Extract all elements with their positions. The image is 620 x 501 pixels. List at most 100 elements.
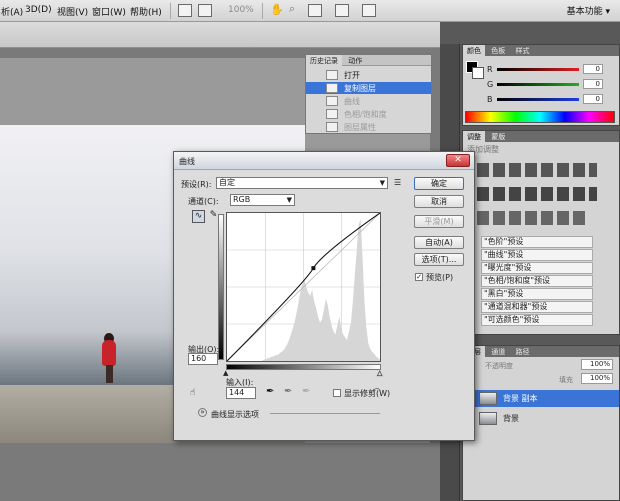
history-row[interactable]: 图层属性 bbox=[306, 121, 431, 133]
launch-bridge-icon[interactable] bbox=[178, 4, 192, 17]
white-eyedropper-icon[interactable]: ✒ bbox=[302, 386, 310, 397]
input-field[interactable]: 144 bbox=[226, 387, 256, 399]
menu-window[interactable]: 窗口(W) bbox=[92, 5, 126, 18]
adjustment-preset-item[interactable]: "可选颜色"预设 bbox=[481, 314, 593, 326]
history-row-label: 曲线 bbox=[344, 97, 360, 106]
curves-title-bar: 曲线 ✕ bbox=[174, 152, 474, 170]
fill-field[interactable]: 100% bbox=[581, 373, 613, 384]
toolbar-separator bbox=[262, 3, 263, 19]
photo-girl-legs bbox=[106, 365, 113, 383]
layer-row[interactable]: 背景 副本 bbox=[473, 390, 619, 407]
color-slider-track[interactable] bbox=[497, 68, 579, 71]
black-eyedropper-icon[interactable]: ✒ bbox=[266, 386, 274, 397]
preview-label: 预览(P) bbox=[426, 273, 454, 282]
tab-swatches[interactable]: 色板 bbox=[487, 45, 509, 57]
tab-adjustments[interactable]: 调整 bbox=[463, 131, 485, 143]
color-value-field[interactable]: 0 bbox=[583, 64, 603, 74]
white-point-slider[interactable]: △ bbox=[377, 369, 383, 378]
view-extras-icon[interactable] bbox=[198, 4, 212, 17]
layers-panel-tabs: 图层 通道 路径 bbox=[463, 346, 619, 358]
menu-view[interactable]: 视图(V) bbox=[57, 5, 88, 18]
workspace-switcher[interactable]: 基本功能 ▾ bbox=[567, 4, 610, 17]
auto-button[interactable]: 自动(A) bbox=[414, 236, 464, 249]
curves-graph[interactable] bbox=[226, 212, 381, 362]
preset-select[interactable]: 自定 ▼ bbox=[216, 177, 388, 189]
tab-styles[interactable]: 样式 bbox=[511, 45, 533, 57]
tab-paths[interactable]: 路径 bbox=[511, 346, 533, 358]
tab-actions[interactable]: 动作 bbox=[344, 55, 366, 67]
adjustment-preset-item[interactable]: "曲线"预设 bbox=[481, 249, 593, 261]
adjustment-preset-item[interactable]: "通道混和器"预设 bbox=[481, 301, 593, 313]
clipping-indicator-icon: ◠ bbox=[373, 387, 381, 397]
channel-select[interactable]: RGB ▼ bbox=[230, 194, 295, 206]
color-panel: 颜色 色板 样式 R0G0B0 bbox=[462, 44, 620, 126]
opacity-label: 不透明度 bbox=[485, 362, 513, 370]
zoom-tool-icon[interactable]: ⌕ bbox=[289, 2, 303, 15]
screen-mode-icon[interactable] bbox=[362, 4, 376, 17]
adjustment-preset-item[interactable]: "曝光度"预设 bbox=[481, 262, 593, 274]
expand-options-icon[interactable]: » bbox=[198, 408, 207, 417]
adjustment-preset-item[interactable]: "色阶"预设 bbox=[481, 236, 593, 248]
layer-row[interactable]: 背景 bbox=[473, 410, 619, 427]
menu-3d[interactable]: 3D(D) bbox=[25, 5, 52, 15]
show-clipping-label: 显示修剪(W) bbox=[344, 389, 391, 398]
smooth-button[interactable]: 平滑(M) bbox=[414, 215, 464, 228]
color-slider-track[interactable] bbox=[497, 83, 579, 86]
history-row[interactable]: 打开 bbox=[306, 69, 431, 81]
cancel-button[interactable]: 取消 bbox=[414, 195, 464, 208]
history-panel-tabs: 历史记录 动作 bbox=[306, 55, 431, 67]
hand-adjust-icon[interactable]: ☝ bbox=[190, 388, 195, 398]
preset-label: 预设(R): bbox=[181, 180, 212, 189]
preset-options-icon[interactable]: ☰ bbox=[394, 178, 401, 187]
black-point-slider[interactable]: ▲ bbox=[223, 369, 228, 377]
menu-analysis[interactable]: 析(A) bbox=[1, 5, 23, 18]
color-slider-b[interactable]: B0 bbox=[487, 94, 607, 105]
curve-display-options-label[interactable]: 曲线显示选项 bbox=[211, 409, 259, 420]
layer-thumbnail bbox=[479, 412, 497, 425]
adjustment-preset-item[interactable]: "黑白"预设 bbox=[481, 288, 593, 300]
color-value-field[interactable]: 0 bbox=[583, 79, 603, 89]
history-row-label: 图层属性 bbox=[344, 123, 376, 132]
gray-eyedropper-icon[interactable]: ✒ bbox=[284, 386, 292, 397]
options-button[interactable]: 选项(T)... bbox=[414, 253, 464, 266]
input-gradient-bar bbox=[226, 364, 381, 370]
color-slider-label: B bbox=[487, 95, 493, 104]
tab-masks[interactable]: 蒙版 bbox=[487, 131, 509, 143]
adjustment-icons-row-3[interactable] bbox=[477, 211, 587, 225]
color-value-field[interactable]: 0 bbox=[583, 94, 603, 104]
rotate-view-icon[interactable] bbox=[308, 4, 322, 17]
fill-label: 填充 bbox=[559, 376, 573, 384]
adjustments-panel-tabs: 调整 蒙版 bbox=[463, 131, 619, 143]
adjustment-icons-row-2[interactable] bbox=[477, 187, 597, 201]
color-slider-track[interactable] bbox=[497, 98, 579, 101]
background-color-swatch[interactable] bbox=[472, 67, 484, 79]
options-bar bbox=[0, 22, 440, 48]
ok-button[interactable]: 确定 bbox=[414, 177, 464, 190]
history-thumbnail-icon bbox=[326, 122, 338, 132]
zoom-level[interactable]: 100% bbox=[228, 5, 254, 15]
adjustment-icons-row-1[interactable] bbox=[477, 163, 597, 177]
menu-help[interactable]: 帮助(H) bbox=[130, 5, 162, 18]
tab-history[interactable]: 历史记录 bbox=[306, 55, 342, 67]
opacity-field[interactable]: 100% bbox=[581, 359, 613, 370]
show-clipping-checkbox[interactable] bbox=[333, 389, 341, 397]
color-spectrum[interactable] bbox=[465, 111, 615, 123]
history-row[interactable]: 色相/饱和度 bbox=[306, 108, 431, 120]
close-button[interactable]: ✕ bbox=[446, 154, 470, 167]
adjustment-preset-item[interactable]: "色相/饱和度"预设 bbox=[481, 275, 593, 287]
output-field[interactable]: 160 bbox=[188, 353, 218, 365]
arrange-documents-icon[interactable] bbox=[335, 4, 349, 17]
hand-tool-icon[interactable]: ✋ bbox=[270, 3, 284, 16]
history-row-label: 打开 bbox=[344, 71, 360, 80]
history-row[interactable]: 曲线 bbox=[306, 95, 431, 107]
color-slider-r[interactable]: R0 bbox=[487, 64, 607, 75]
history-row[interactable]: 复制图层 bbox=[306, 82, 431, 94]
color-slider-g[interactable]: G0 bbox=[487, 79, 607, 90]
toolbar-separator bbox=[170, 3, 171, 19]
layers-panel: 图层 通道 路径 不透明度 100% 填充 100% 背景 副本背景 bbox=[462, 345, 620, 501]
preview-checkbox[interactable]: ✓ bbox=[415, 273, 423, 281]
tab-channels[interactable]: 通道 bbox=[487, 346, 509, 358]
divider bbox=[270, 413, 380, 414]
curve-edit-icon[interactable]: ∿ bbox=[192, 210, 205, 223]
tab-color[interactable]: 颜色 bbox=[463, 45, 485, 57]
